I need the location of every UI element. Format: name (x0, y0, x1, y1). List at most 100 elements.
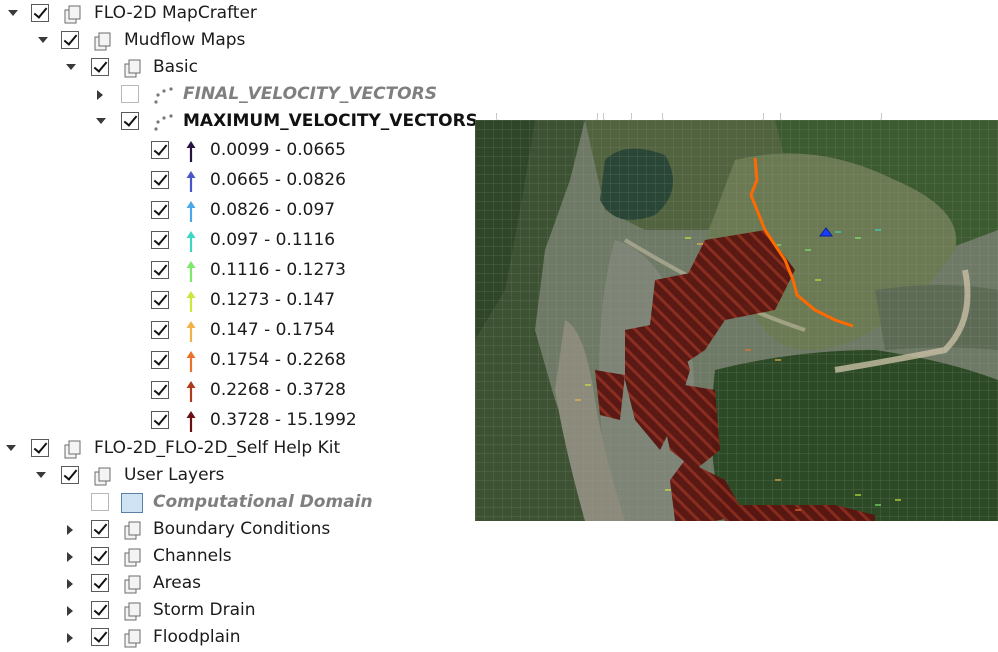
expand-arrow-icon[interactable] (67, 633, 73, 643)
layer-group-label: FLO-2D MapCrafter (94, 3, 257, 23)
layers-tree: FLO-2D MapCrafter Mudflow Maps Basic FIN… (0, 0, 478, 652)
expand-arrow-icon[interactable] (67, 606, 73, 616)
collapse-arrow-icon[interactable] (38, 37, 48, 43)
layer-checkbox[interactable] (61, 31, 79, 49)
expand-arrow-icon[interactable] (67, 525, 73, 535)
layer-checkbox[interactable] (91, 58, 109, 76)
layer-group-basic[interactable]: Basic (0, 55, 470, 82)
layer-group-label: Floodplain (153, 627, 241, 647)
layer-group-channels[interactable]: Channels (0, 544, 470, 571)
legend-range-label: 0.1273 - 0.147 (210, 290, 336, 310)
velocity-arrow-icon (186, 231, 196, 252)
layer-computational-domain[interactable]: Computational Domain (0, 490, 470, 517)
collapse-arrow-icon[interactable] (8, 10, 18, 16)
velocity-arrow-icon (186, 261, 196, 282)
legend-range-label: 0.147 - 0.1754 (210, 320, 336, 340)
velocity-arrow-icon (186, 381, 196, 402)
layer-checkbox[interactable] (121, 85, 139, 103)
collapse-arrow-icon[interactable] (6, 445, 16, 451)
legend-checkbox[interactable] (151, 381, 169, 399)
computational-grid (475, 120, 998, 521)
layer-checkbox[interactable] (91, 574, 109, 592)
expand-arrow-icon[interactable] (67, 552, 73, 562)
legend-range-label: 0.3728 - 15.1992 (210, 410, 357, 430)
collapse-arrow-icon[interactable] (96, 118, 106, 124)
layer-group-label: Areas (153, 573, 201, 593)
layer-group-user-layers[interactable]: User Layers (0, 463, 470, 490)
layer-group-mudflow-maps[interactable]: Mudflow Maps (0, 28, 470, 55)
layer-checkbox[interactable] (91, 628, 109, 646)
layer-group-icon (94, 467, 111, 486)
velocity-arrow-icon (186, 291, 196, 312)
layer-group-icon (94, 32, 111, 51)
velocity-arrow-icon (186, 411, 196, 432)
legend-range-label: 0.0099 - 0.0665 (210, 140, 346, 160)
legend-item[interactable]: 0.2268 - 0.3728 (0, 378, 470, 405)
layer-checkbox[interactable] (91, 547, 109, 565)
legend-range-label: 0.2268 - 0.3728 (210, 380, 346, 400)
layer-group-label: FLO-2D_FLO-2D_Self Help Kit (94, 438, 341, 458)
legend-checkbox[interactable] (151, 291, 169, 309)
layer-group-label: Basic (153, 57, 199, 77)
layer-group-floodplain[interactable]: Floodplain (0, 625, 470, 652)
polygon-layer-icon (121, 493, 143, 513)
map-canvas[interactable] (475, 120, 998, 521)
legend-checkbox[interactable] (151, 171, 169, 189)
layer-checkbox[interactable] (31, 439, 49, 457)
layer-checkbox[interactable] (61, 466, 79, 484)
legend-checkbox[interactable] (151, 321, 169, 339)
layer-group-label: Mudflow Maps (124, 30, 246, 50)
layer-checkbox[interactable] (121, 112, 139, 130)
legend-checkbox[interactable] (151, 351, 169, 369)
layer-group-areas[interactable]: Areas (0, 571, 470, 598)
layer-group-label: User Layers (124, 465, 225, 485)
layer-group-storm-drain[interactable]: Storm Drain (0, 598, 470, 625)
legend-item[interactable]: 0.0665 - 0.0826 (0, 168, 470, 195)
point-layer-icon (154, 114, 173, 131)
layer-group-icon (64, 5, 81, 24)
layer-label: MAXIMUM_VELOCITY_VECTORS (183, 111, 478, 131)
layer-checkbox[interactable] (31, 4, 49, 22)
legend-item[interactable]: 0.1273 - 0.147 (0, 288, 470, 315)
legend-range-label: 0.1116 - 0.1273 (210, 260, 346, 280)
legend-item[interactable]: 0.147 - 0.1754 (0, 318, 470, 345)
collapse-arrow-icon[interactable] (66, 64, 76, 70)
velocity-arrow-icon (186, 201, 196, 222)
layer-group-icon (124, 629, 141, 648)
velocity-arrow-icon (186, 141, 196, 162)
legend-item[interactable]: 0.3728 - 15.1992 (0, 408, 470, 435)
legend-range-label: 0.0665 - 0.0826 (210, 170, 346, 190)
legend-item[interactable]: 0.0099 - 0.0665 (0, 138, 470, 165)
legend-item[interactable]: 0.1754 - 0.2268 (0, 348, 470, 375)
legend-item[interactable]: 0.0826 - 0.097 (0, 198, 470, 225)
legend-checkbox[interactable] (151, 411, 169, 429)
legend-item[interactable]: 0.097 - 0.1116 (0, 228, 470, 255)
legend-item[interactable]: 0.1116 - 0.1273 (0, 258, 470, 285)
expand-arrow-icon[interactable] (67, 579, 73, 589)
legend-checkbox[interactable] (151, 201, 169, 219)
layer-checkbox[interactable] (91, 520, 109, 538)
legend-range-label: 0.097 - 0.1116 (210, 230, 336, 250)
legend-checkbox[interactable] (151, 231, 169, 249)
velocity-arrow-icon (186, 321, 196, 342)
legend-range-label: 0.1754 - 0.2268 (210, 350, 346, 370)
layer-maximum-velocity-vectors[interactable]: MAXIMUM_VELOCITY_VECTORS (0, 109, 478, 136)
layer-group-label: Boundary Conditions (153, 519, 331, 539)
layer-group-icon (124, 575, 141, 594)
layer-final-velocity-vectors[interactable]: FINAL_VELOCITY_VECTORS (0, 82, 470, 109)
expand-arrow-icon[interactable] (97, 90, 103, 100)
legend-checkbox[interactable] (151, 141, 169, 159)
legend-checkbox[interactable] (151, 261, 169, 279)
layer-checkbox[interactable] (91, 493, 109, 511)
velocity-arrow-icon (186, 351, 196, 372)
collapse-arrow-icon[interactable] (36, 472, 46, 478)
layer-group-boundary-conditions[interactable]: Boundary Conditions (0, 517, 470, 544)
layer-group-icon (124, 59, 141, 78)
layer-group-icon (64, 440, 81, 459)
layer-group-mapcrafter[interactable]: FLO-2D MapCrafter (0, 1, 470, 28)
layer-checkbox[interactable] (91, 601, 109, 619)
layer-group-icon (124, 521, 141, 540)
layer-group-icon (124, 548, 141, 567)
layer-group-icon (124, 602, 141, 621)
layer-group-self-help-kit[interactable]: FLO-2D_FLO-2D_Self Help Kit (0, 436, 470, 463)
